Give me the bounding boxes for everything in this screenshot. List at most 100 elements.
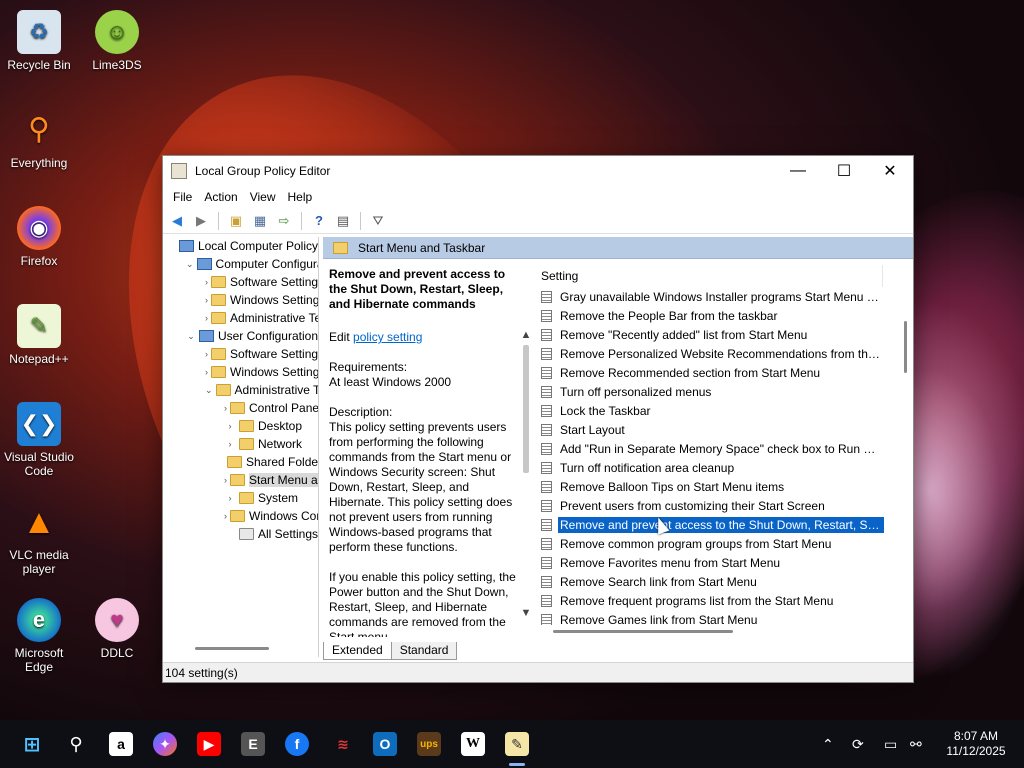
notepad-icon[interactable]: ✎ xyxy=(505,732,529,756)
scrollbar-thumb[interactable] xyxy=(523,345,529,473)
chevron-right-icon[interactable]: › xyxy=(205,313,208,323)
tree-hscrollbar[interactable] xyxy=(163,642,319,656)
setting-row[interactable]: Remove Games link from Start Menu xyxy=(537,610,899,625)
desktop-icon-everything[interactable]: ⚲ Everything xyxy=(0,108,78,171)
desktop-icon-firefox[interactable]: ◉ Firefox xyxy=(0,206,78,268)
wikipedia-icon[interactable]: W xyxy=(461,732,485,756)
tree-item[interactable]: › Administrative Te xyxy=(163,309,318,327)
export-list-icon[interactable]: ⇨ xyxy=(274,211,294,231)
desktop-icon-notepadpp[interactable]: ✎ Notepad++ xyxy=(0,304,78,366)
setting-row[interactable]: Remove "Recently added" list from Start … xyxy=(537,325,899,344)
forward-arrow-icon[interactable]: ▶ xyxy=(191,211,211,231)
clock[interactable]: 8:07 AM 11/12/2025 xyxy=(936,729,1016,759)
filter-icon[interactable]: ⛛ xyxy=(368,211,388,231)
tree-item[interactable]: › Control Panel xyxy=(163,399,318,417)
start-icon[interactable]: ⊞ xyxy=(20,732,44,756)
chevron-right-icon[interactable]: › xyxy=(205,277,208,287)
youtube-icon[interactable]: ▶ xyxy=(197,732,221,756)
show-hide-tree-icon[interactable]: ▦ xyxy=(250,211,270,231)
tree-item[interactable]: ⌄ Administrative Te xyxy=(163,381,318,399)
setting-row[interactable]: Remove Recommended section from Start Me… xyxy=(537,363,899,382)
copilot-icon[interactable]: ✦ xyxy=(153,732,177,756)
desktop-icon-vscode[interactable]: ❮❯ Visual Studio Code xyxy=(0,402,78,478)
setting-row[interactable]: Remove Search link from Start Menu xyxy=(537,572,899,591)
scroll-down-icon[interactable]: ▼ xyxy=(519,607,533,619)
tree-item[interactable]: › Windows Cor xyxy=(163,507,318,525)
desktop-icon-edge[interactable]: e Microsoft Edge xyxy=(0,598,78,674)
menu-help[interactable]: Help xyxy=(282,190,319,204)
chevron-right-icon[interactable]: › xyxy=(205,295,208,305)
search-icon[interactable]: ⚲ xyxy=(64,732,88,756)
chevron-right-icon[interactable]: › xyxy=(224,421,236,431)
setting-row[interactable]: Lock the Taskbar xyxy=(537,401,899,420)
close-button[interactable]: ✕ xyxy=(867,156,913,186)
help-icon[interactable]: ? xyxy=(309,211,329,231)
tree-item[interactable]: › Start Menu ar xyxy=(163,471,318,489)
app-red-icon[interactable]: ≋ xyxy=(331,732,355,756)
chevron-right-icon[interactable]: › xyxy=(224,475,227,485)
tree-item[interactable]: › Software Settings xyxy=(163,345,318,363)
chevron-right-icon[interactable]: › xyxy=(224,511,227,521)
chevron-right-icon[interactable]: › xyxy=(205,349,208,359)
tree-item[interactable]: › Windows Setting xyxy=(163,291,318,309)
epic-games-icon[interactable]: E xyxy=(241,732,265,756)
setting-row[interactable]: Remove common program groups from Start … xyxy=(537,534,899,553)
tree-item[interactable]: › Desktop xyxy=(163,417,318,435)
setting-row[interactable]: Remove Balloon Tips on Start Menu items xyxy=(537,477,899,496)
setting-row[interactable]: Gray unavailable Windows Installer progr… xyxy=(537,287,899,306)
menu-action[interactable]: Action xyxy=(198,190,243,204)
scrollbar-thumb[interactable] xyxy=(553,630,733,633)
chevron-down-icon[interactable]: ⌄ xyxy=(205,385,213,396)
facebook-icon[interactable]: f xyxy=(285,732,309,756)
edit-policy-link[interactable]: policy setting xyxy=(353,330,422,344)
chevron-down-icon[interactable]: ⌄ xyxy=(186,259,194,270)
desktop-icon-recycle-bin[interactable]: ♻ Recycle Bin xyxy=(0,10,78,72)
up-folder-icon[interactable]: ▣ xyxy=(226,211,246,231)
setting-row[interactable]: Turn off personalized menus xyxy=(537,382,899,401)
setting-row[interactable]: Remove Personalized Website Recommendati… xyxy=(537,344,899,363)
scroll-up-icon[interactable]: ▲ xyxy=(519,329,533,341)
setting-row[interactable]: Remove Favorites menu from Start Menu xyxy=(537,553,899,572)
tree-item[interactable]: › System xyxy=(163,489,318,507)
tab-extended[interactable]: Extended xyxy=(323,642,392,660)
tree-item[interactable]: Shared Folder xyxy=(163,453,318,471)
maximize-button[interactable]: ☐ xyxy=(821,156,867,186)
desktop-icon-lime3ds[interactable]: ☺ Lime3DS xyxy=(78,10,156,72)
back-arrow-icon[interactable]: ◀ xyxy=(167,211,187,231)
setting-row[interactable]: Add "Run in Separate Memory Space" check… xyxy=(537,439,899,458)
description-scrollbar[interactable]: ▲ ▼ xyxy=(519,329,533,619)
chevron-right-icon[interactable]: › xyxy=(224,439,236,449)
sync-icon[interactable]: ⟳ xyxy=(852,736,864,753)
chevron-up-icon[interactable]: ⌃ xyxy=(822,736,834,753)
tree-item[interactable]: ⌄ Computer Configura xyxy=(163,255,318,273)
tab-standard[interactable]: Standard xyxy=(390,642,458,660)
setting-row[interactable]: Start Layout xyxy=(537,420,899,439)
tree-item[interactable]: › Windows Setting xyxy=(163,363,318,381)
chevron-down-icon[interactable]: ⌄ xyxy=(186,331,196,342)
tree-item[interactable]: Local Computer Policy xyxy=(163,237,318,255)
setting-row[interactable]: Prevent users from customizing their Sta… xyxy=(537,496,899,515)
chevron-right-icon[interactable]: › xyxy=(205,367,208,377)
menu-view[interactable]: View xyxy=(244,190,282,204)
chevron-right-icon[interactable]: › xyxy=(224,403,227,413)
tree-item[interactable]: › Software Settings xyxy=(163,273,318,291)
amazon-icon[interactable]: a xyxy=(109,732,133,756)
setting-row[interactable]: Remove frequent programs list from the S… xyxy=(537,591,899,610)
scrollbar-thumb[interactable] xyxy=(195,647,269,650)
tree-item[interactable]: › Network xyxy=(163,435,318,453)
network-icon[interactable]: ⚯ xyxy=(910,736,922,753)
setting-row[interactable]: Remove the People Bar from the taskbar xyxy=(537,306,899,325)
display-icon[interactable]: ▭ xyxy=(884,736,897,753)
settings-list-hscrollbar[interactable] xyxy=(553,627,753,635)
settings-list-scrollbar[interactable] xyxy=(901,265,911,625)
setting-row[interactable]: Remove and prevent access to the Shut Do… xyxy=(537,515,899,534)
menu-file[interactable]: File xyxy=(167,190,198,204)
scrollbar-thumb[interactable] xyxy=(904,321,907,373)
title-bar[interactable]: Local Group Policy Editor — ☐ ✕ xyxy=(163,156,913,186)
tree-item[interactable]: ⌄ User Configuration xyxy=(163,327,318,345)
desktop-icon-vlc[interactable]: ▲ VLC media player xyxy=(0,500,78,576)
chevron-right-icon[interactable]: › xyxy=(224,493,236,503)
properties-icon[interactable]: ▤ xyxy=(333,211,353,231)
desktop-icon-ddlc[interactable]: ♥ DDLC xyxy=(78,598,156,660)
outlook-icon[interactable]: O xyxy=(373,732,397,756)
